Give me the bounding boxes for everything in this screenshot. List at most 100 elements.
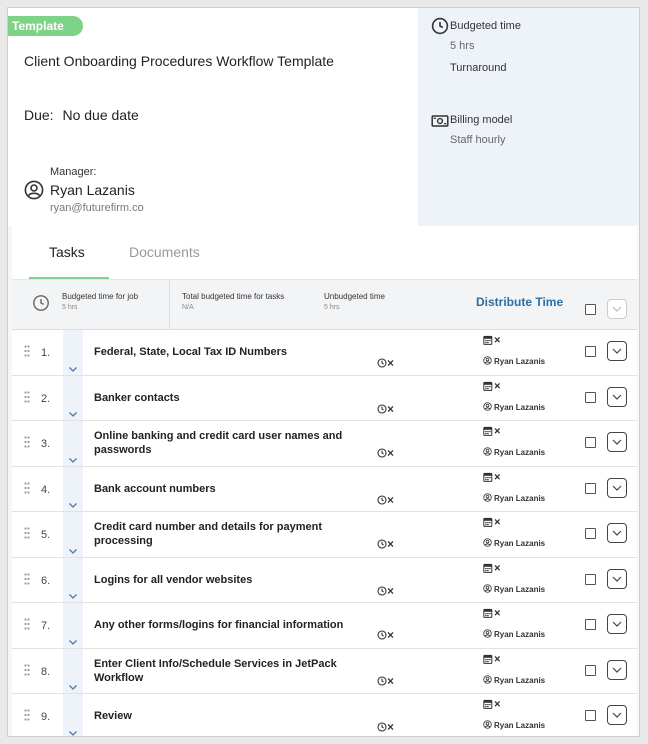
task-row[interactable]: 9. Review Ryan Lazanis [12,694,637,737]
task-list: 1. Federal, State, Local Tax ID Numbers … [12,330,637,737]
task-row[interactable]: 6. Logins for all vendor websites Ryan L… [12,557,637,603]
chevron-down-icon[interactable] [68,593,78,600]
drag-handle-icon[interactable] [24,345,30,357]
task-assignee[interactable]: Ryan Lazanis [483,674,573,685]
task-assignee[interactable]: Ryan Lazanis [483,583,573,594]
due-label: Due: [24,107,54,123]
task-assignee[interactable]: Ryan Lazanis [483,629,573,639]
task-assignee[interactable]: Ryan Lazanis [483,538,573,548]
calendar-icon[interactable] [483,381,503,391]
calendar-icon[interactable] [483,654,503,664]
task-checkbox[interactable] [585,710,596,721]
task-checkbox[interactable] [585,573,596,585]
drag-handle-icon[interactable] [24,436,30,448]
clock-icon[interactable] [377,630,399,640]
manager-email[interactable]: ryan@futurefirm.co [50,202,144,214]
task-name[interactable]: Credit card number and details for payme… [90,512,360,557]
task-assignee[interactable]: Ryan Lazanis [483,492,573,503]
job-info: Template Client Onboarding Procedures Wo… [8,8,418,226]
chevron-down-icon[interactable] [68,730,78,737]
drag-handle-icon[interactable] [24,481,30,494]
task-actions-dropdown[interactable] [607,659,627,680]
task-row[interactable]: 8. Enter Client Info/Schedule Services i… [12,648,637,694]
task-name[interactable]: Online banking and credit card user name… [90,421,360,466]
task-name[interactable]: Bank account numbers [90,467,360,512]
drag-handle-icon[interactable] [24,527,30,539]
task-row[interactable]: 2. Banker contacts Ryan Lazanis [12,375,637,421]
task-actions-dropdown[interactable] [607,705,627,725]
drag-handle-icon[interactable] [24,663,30,676]
calendar-icon[interactable] [483,699,503,709]
clock-icon[interactable] [377,539,399,549]
clock-icon[interactable] [377,494,399,505]
clock-icon[interactable] [377,675,399,686]
task-actions-dropdown[interactable] [607,523,627,543]
task-actions-dropdown[interactable] [607,568,627,589]
bulk-actions-dropdown[interactable] [607,299,627,319]
task-row[interactable]: 5. Credit card number and details for pa… [12,512,637,558]
task-checkbox[interactable] [585,482,596,494]
user-circle-icon [483,492,492,502]
calendar-icon[interactable] [483,426,503,436]
task-name[interactable]: Federal, State, Local Tax ID Numbers [90,330,360,375]
assignee-name: Ryan Lazanis [494,630,546,639]
clock-icon[interactable] [377,448,399,458]
chevron-down-icon[interactable] [68,684,78,691]
tab-tasks[interactable]: Tasks [49,244,85,260]
chevron-down-icon[interactable] [68,639,78,646]
task-name[interactable]: Enter Client Info/Schedule Services in J… [90,649,360,694]
job-template-panel: Template Client Onboarding Procedures Wo… [7,7,640,737]
task-name[interactable]: Logins for all vendor websites [90,558,360,603]
task-number: 1. [41,347,51,359]
assignee-name: Ryan Lazanis [494,357,546,366]
task-row[interactable]: 3. Online banking and credit card user n… [12,421,637,467]
task-checkbox[interactable] [585,619,596,630]
chevron-down-icon[interactable] [68,457,78,464]
calendar-icon[interactable] [483,517,503,527]
task-assignee[interactable]: Ryan Lazanis [483,720,573,730]
chevron-down-icon[interactable] [68,411,78,418]
task-actions-dropdown[interactable] [607,614,627,634]
drag-handle-icon[interactable] [24,390,30,403]
drag-handle-icon[interactable] [24,572,30,585]
chevron-down-icon[interactable] [68,548,78,555]
task-name[interactable]: Banker contacts [90,376,360,421]
task-name[interactable]: Review [90,694,360,736]
drag-handle-icon[interactable] [24,618,30,630]
task-checkbox[interactable] [585,664,596,676]
select-all-checkbox[interactable] [585,304,596,315]
calendar-icon[interactable] [483,563,503,573]
task-actions-dropdown[interactable] [607,432,627,452]
task-row[interactable]: 1. Federal, State, Local Tax ID Numbers … [12,330,637,376]
task-assignee[interactable]: Ryan Lazanis [483,447,573,457]
chevron-down-icon [612,712,622,718]
chevron-down-icon[interactable] [68,366,78,373]
clock-icon[interactable] [377,358,399,368]
task-checkbox[interactable] [585,391,596,403]
task-checkbox[interactable] [585,528,596,539]
task-actions-dropdown[interactable] [607,341,627,361]
calendar-icon[interactable] [483,335,503,345]
drag-handle-icon[interactable] [24,709,30,721]
user-circle-icon [483,720,492,729]
tab-documents[interactable]: Documents [129,244,200,260]
task-name[interactable]: Any other forms/logins for financial inf… [90,603,360,648]
total-budgeted-value: N/A [182,304,194,311]
calendar-icon[interactable] [483,472,503,482]
task-row[interactable]: 4. Bank account numbers Ryan Lazanis [12,466,637,512]
task-row[interactable]: 7. Any other forms/logins for financial … [12,603,637,649]
task-actions-dropdown[interactable] [607,386,627,407]
distribute-time-button[interactable]: Distribute Time [476,295,563,309]
user-circle-icon [483,538,492,547]
chevron-down-icon[interactable] [68,502,78,509]
task-assignee[interactable]: Ryan Lazanis [483,401,573,412]
task-assignee[interactable]: Ryan Lazanis [483,356,573,366]
chevron-down-icon [612,394,622,400]
task-checkbox[interactable] [585,437,596,448]
clock-icon[interactable] [377,722,399,732]
calendar-icon[interactable] [483,608,503,618]
task-actions-dropdown[interactable] [607,477,627,498]
task-checkbox[interactable] [585,346,596,357]
clock-icon[interactable] [377,585,399,596]
clock-icon[interactable] [377,403,399,414]
